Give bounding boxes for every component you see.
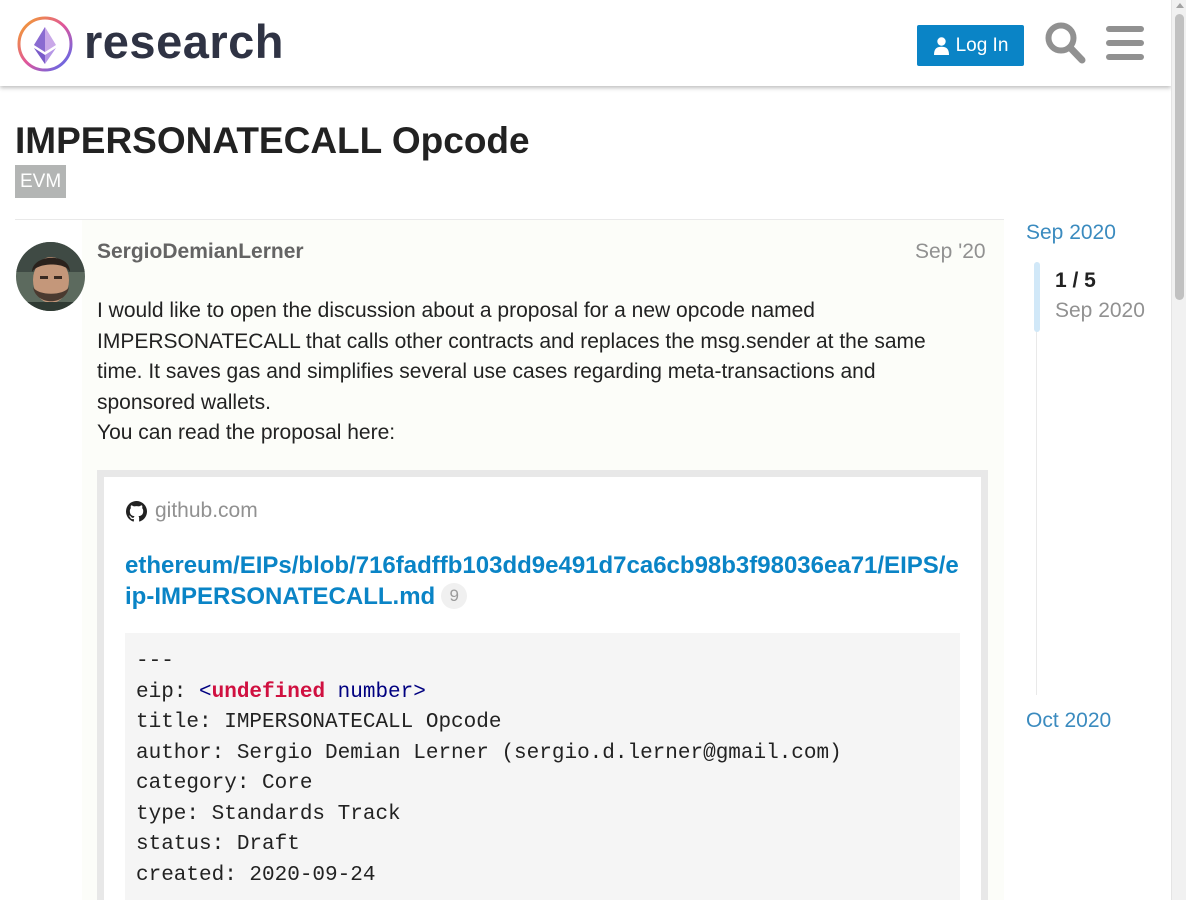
timeline-post-position: 1 / 5 — [1055, 269, 1096, 292]
code-line-eip: eip: <undefined number> — [136, 681, 426, 704]
login-label: Log In — [955, 34, 1009, 56]
avatar[interactable] — [16, 242, 85, 311]
github-icon — [126, 500, 147, 521]
site-logo-text[interactable]: research — [84, 14, 284, 69]
user-icon — [933, 36, 949, 55]
link-preview-title[interactable]: ethereum/EIPs/blob/716fadffb103dd9e491d7… — [125, 551, 960, 612]
code-key: eip: — [136, 680, 200, 704]
code-tag-bracket: > — [413, 680, 426, 704]
link-preview-link-text[interactable]: ethereum/EIPs/blob/716fadffb103dd9e491d7… — [125, 552, 959, 610]
code-tag-name: undefined — [211, 680, 326, 704]
code-line: type: Standards Track — [136, 802, 401, 826]
post-author-name[interactable]: SergioDemianLerner — [97, 240, 304, 264]
code-line: author: Sergio Demian Lerner (sergio.d.l… — [136, 741, 842, 765]
code-preview: --- eip: <undefined number> title: IMPER… — [125, 633, 960, 900]
scrollbar-thumb[interactable] — [1175, 14, 1184, 300]
topic-title[interactable]: IMPERSONATECALL Opcode — [15, 120, 530, 162]
search-icon[interactable] — [1044, 21, 1086, 65]
code-line: --- — [136, 650, 174, 673]
code-content: --- eip: <undefined number> title: IMPER… — [125, 633, 960, 900]
site-header: research Log In — [0, 0, 1171, 86]
timeline-end-date[interactable]: Oct 2020 — [1026, 709, 1111, 733]
timeline-current-date: Sep 2020 — [1055, 299, 1145, 322]
hamburger-menu-icon[interactable] — [1106, 25, 1144, 61]
page-scrollbar[interactable] — [1171, 0, 1186, 900]
post-date[interactable]: Sep '20 — [915, 240, 986, 264]
post-paragraph: I would like to open the discussion abou… — [97, 299, 926, 414]
code-line: status: Draft — [136, 833, 300, 856]
ethereum-logo-icon[interactable] — [16, 15, 74, 73]
user-avatar-photo — [16, 242, 85, 311]
link-preview-source: github.com — [126, 499, 258, 523]
post-paragraph: You can read the proposal here: — [97, 421, 396, 444]
timeline-start-date[interactable]: Sep 2020 — [1026, 221, 1116, 245]
timeline-scroll-handle[interactable] — [1034, 262, 1040, 332]
code-line: created: 2020-09-24 — [136, 863, 376, 887]
code-tag-bracket: < — [199, 680, 212, 704]
code-tag-attr: number — [325, 680, 414, 704]
link-click-count-badge: 9 — [441, 582, 468, 609]
category-badge[interactable]: EVM — [15, 165, 67, 198]
link-preview-domain[interactable]: github.com — [155, 499, 258, 523]
login-button[interactable]: Log In — [917, 25, 1024, 66]
scroll-up-arrow-icon[interactable] — [1176, 3, 1184, 8]
code-line: category: Core — [136, 772, 313, 795]
post-content: I would like to open the discussion abou… — [97, 296, 977, 449]
code-line: title: IMPERSONATECALL Opcode — [136, 711, 502, 734]
